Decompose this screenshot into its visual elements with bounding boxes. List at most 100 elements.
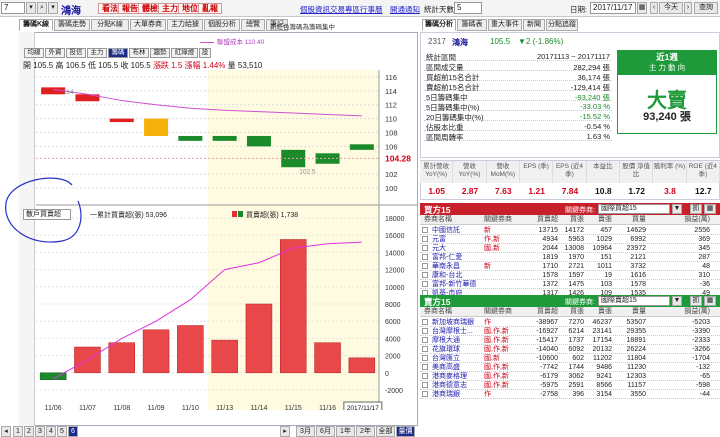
buyers-grab-button[interactable]: 抓 <box>690 204 702 214</box>
tab-right-4[interactable]: 分點追蹤 <box>546 19 578 31</box>
sellers-select-arrow[interactable]: ▼ <box>672 296 682 306</box>
sellers-group-select[interactable]: 國際賣超15 <box>598 296 670 306</box>
row-checkbox[interactable] <box>422 373 428 379</box>
row-checkbox[interactable] <box>422 263 428 269</box>
daily-net-bar <box>108 342 135 374</box>
row-checkbox[interactable] <box>422 328 428 334</box>
tab-right-3[interactable]: 新聞 <box>523 19 545 31</box>
toolbar-button-5[interactable]: 亂報 <box>198 3 222 14</box>
chart-tool-4[interactable]: 籌碼 <box>108 48 128 58</box>
buyers-cell[interactable]: 華南永昌 <box>432 262 492 271</box>
toolbar-link-3[interactable]: 開通通知 <box>390 4 420 15</box>
row-checkbox[interactable] <box>422 272 428 278</box>
scroll-right-icon[interactable]: ▸ <box>280 426 290 437</box>
scroll-left-icon[interactable]: ◂ <box>1 426 11 437</box>
buyers-select-arrow[interactable]: ▼ <box>672 204 682 214</box>
dropdown-arrow-icon[interactable]: ▾ <box>26 2 36 14</box>
chevron-down-icon[interactable]: ▾ <box>48 2 58 14</box>
range-1[interactable]: 6月 <box>316 426 335 437</box>
tab-left-2[interactable]: 分點K線 <box>91 19 129 31</box>
tab-left-0[interactable]: 籌碼K線 <box>19 19 53 31</box>
row-checkbox[interactable] <box>422 346 428 352</box>
sellers-cell: -2333 <box>692 337 710 344</box>
chart-tool-1[interactable]: 外資 <box>45 48 65 58</box>
sellers-cell[interactable]: 台灣摩根士... <box>432 327 492 336</box>
sellers-cell: -3266 <box>692 346 710 353</box>
sellers-cell[interactable]: 摩根大通 <box>432 336 492 345</box>
sellers-cell[interactable]: 美商高盛 <box>432 363 492 372</box>
range-3[interactable]: 2年 <box>356 426 375 437</box>
chart-tool-5[interactable]: 布林 <box>129 48 149 58</box>
date-input[interactable]: 2017/11/17 <box>590 2 636 14</box>
buyers-cell[interactable]: 康和-台北 <box>432 271 492 280</box>
tab-left-5[interactable]: 個股分析 <box>204 19 240 31</box>
toolbar-link-1[interactable]: 交易專區 <box>330 4 360 15</box>
range-4[interactable]: 全部 <box>376 426 395 437</box>
sellers-expand-icon[interactable]: ▦ <box>704 296 716 306</box>
page-2[interactable]: 2 <box>24 426 34 437</box>
page-5[interactable]: 5 <box>57 426 67 437</box>
row-checkbox[interactable] <box>422 364 428 370</box>
tab-left-1[interactable]: 籌碼走勢 <box>54 19 90 31</box>
range-0[interactable]: 3月 <box>296 426 315 437</box>
sellers-cell: -38967 <box>536 319 558 326</box>
tab-right-0[interactable]: 籌碼分析 <box>422 19 456 31</box>
candle <box>144 118 169 136</box>
buyers-expand-icon[interactable]: ▦ <box>704 204 716 214</box>
sellers-cell[interactable]: 港商德意志 <box>432 381 492 390</box>
toolbar-link-0[interactable]: 個股資訊 <box>300 4 330 15</box>
sellers-cell: 國,作,新 <box>484 337 509 344</box>
tab-left-6[interactable]: 總覽 <box>241 19 265 31</box>
chart-tool-settings[interactable]: 設 <box>199 48 211 58</box>
buyers-cell[interactable]: 富邦-仁愛 <box>432 253 492 262</box>
range-2[interactable]: 1年 <box>336 426 355 437</box>
query-button[interactable]: 查詢 <box>694 2 718 14</box>
buyers-cell[interactable]: 元大 <box>432 244 492 253</box>
chart-tool-2[interactable]: 投信 <box>66 48 86 58</box>
row-checkbox[interactable] <box>422 319 428 325</box>
buyers-group-select[interactable]: 國際買超15 <box>598 204 670 214</box>
sellers-cell[interactable]: 港商麥格理 <box>432 372 492 381</box>
range-5[interactable]: 量價 <box>396 426 415 437</box>
row-checkbox[interactable] <box>422 355 428 361</box>
prev-day-icon[interactable]: ‹ <box>650 2 658 14</box>
row-checkbox[interactable] <box>422 382 428 388</box>
buyers-cell[interactable]: 元富 <box>432 235 492 244</box>
page-4[interactable]: 4 <box>46 426 56 437</box>
tab-left-4[interactable]: 主力給據 <box>167 19 203 31</box>
page-3[interactable]: 3 <box>35 426 45 437</box>
row-checkbox[interactable] <box>422 391 428 397</box>
chart-tool-3[interactable]: 主力 <box>87 48 107 58</box>
calendar-icon[interactable]: ▦ <box>637 2 647 14</box>
period-select[interactable]: 5 <box>454 2 482 14</box>
sellers-cell: 46237 <box>592 319 612 326</box>
row-checkbox[interactable] <box>422 337 428 343</box>
row-checkbox[interactable] <box>422 245 428 251</box>
tab-right-2[interactable]: 重大事件 <box>488 19 522 31</box>
row-checkbox[interactable] <box>422 236 428 242</box>
sellers-cell[interactable]: 港商瑞銀 <box>432 390 492 399</box>
page-6[interactable]: 6 <box>68 426 78 437</box>
chart-tool-6[interactable]: 趨勢 <box>150 48 170 58</box>
tab-right-1[interactable]: 籌碼表 <box>457 19 487 31</box>
row-checkbox[interactable] <box>422 227 428 233</box>
chart-tool-7[interactable]: 紅綠燈 <box>171 48 198 58</box>
row-checkbox[interactable] <box>422 254 428 260</box>
sellers-cell[interactable]: 新加坡商瑞銀 <box>432 318 492 327</box>
summary-value: 1.63 % <box>586 132 610 141</box>
sellers-cell[interactable]: 台灣匯立 <box>432 354 492 363</box>
today-button[interactable]: 今天 <box>659 2 683 14</box>
x-tick-label: 11/14 <box>250 405 267 410</box>
page-1[interactable]: 1 <box>13 426 23 437</box>
next-day-icon[interactable]: › <box>684 2 692 14</box>
buyers-cell[interactable]: 富邦-新竹華德 <box>432 280 492 289</box>
sellers-cell[interactable]: 花旗環球 <box>432 345 492 354</box>
row-checkbox[interactable] <box>422 281 428 287</box>
tab-left-3[interactable]: 大單券商 <box>130 19 166 31</box>
search-icon[interactable]: ⌕ <box>37 2 47 14</box>
toolbar-link-2[interactable]: 行事曆 <box>360 4 383 15</box>
sellers-grab-button[interactable]: 抓 <box>690 296 702 306</box>
buyers-cell[interactable]: 中國信託 <box>432 226 492 235</box>
chart-tool-0[interactable]: 均線 <box>24 48 44 58</box>
stock-code-input[interactable]: 7 <box>1 2 25 14</box>
